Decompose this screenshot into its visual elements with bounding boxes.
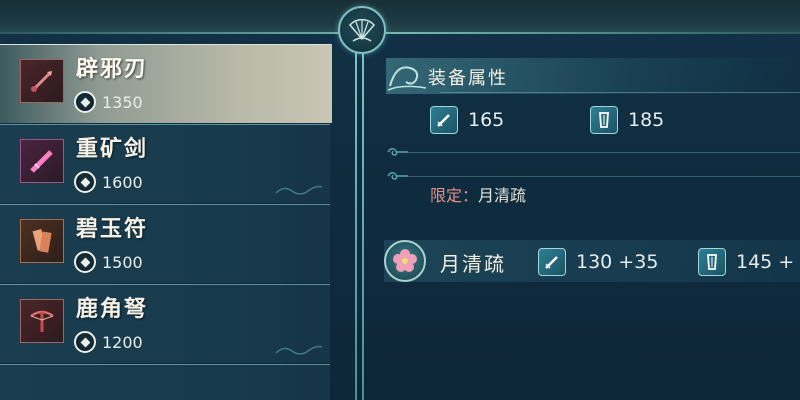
coin-icon (74, 331, 96, 353)
robe-icon (698, 248, 726, 276)
top-decoration (0, 0, 800, 34)
sword-icon (538, 248, 566, 276)
wave-ornament-icon (275, 185, 323, 195)
price-value: 1200 (102, 332, 143, 352)
weapon-price: 1500 (74, 251, 143, 273)
weapon-price: 1200 (74, 331, 143, 353)
sword-icon (430, 106, 458, 134)
character-attack-value: 130 +35 (576, 251, 659, 273)
character-name: 月清疏 (440, 252, 506, 276)
wave-ornament-icon (387, 66, 427, 91)
flower-icon (384, 240, 426, 282)
limit-value: 月清疏 (478, 186, 527, 205)
swirl-ornament-icon (387, 148, 408, 156)
equipment-screen: 辟邪刃 1350 重矿剑 1600 碧玉符 1500 鹿角弩 1200 装备属性… (0, 0, 800, 400)
weapon-item-2[interactable]: 重矿剑 1600 (0, 124, 330, 203)
weapon-item-4[interactable]: 鹿角弩 1200 (0, 284, 330, 363)
attack-value: 165 (468, 109, 505, 131)
fan-emblem-icon (338, 6, 386, 54)
limit-label: 限定： (430, 186, 479, 205)
weapon-name: 鹿角弩 (76, 296, 149, 322)
weapon-item-3[interactable]: 碧玉符 1500 (0, 204, 330, 283)
coin-icon (74, 91, 96, 113)
character-defense-stat: 145 + (698, 248, 794, 276)
price-value: 1500 (102, 252, 143, 272)
character-defense-value: 145 + (736, 251, 795, 273)
wave-ornament-icon (275, 345, 323, 355)
weapon-name: 碧玉符 (76, 216, 149, 242)
attributes-title: 装备属性 (428, 68, 508, 89)
defense-value: 185 (628, 109, 665, 131)
header-underline (440, 92, 800, 93)
weapon-item-partial (0, 364, 330, 400)
limit-text: 限定：月清疏 (430, 182, 526, 206)
panel-divider (355, 46, 365, 400)
attributes-header: 装备属性 (386, 58, 800, 94)
sword-icon (20, 139, 64, 183)
weapon-name: 重矿剑 (76, 136, 149, 162)
robe-icon (590, 106, 618, 134)
talisman-icon (20, 219, 64, 263)
attack-stat: 165 (430, 106, 504, 134)
price-value: 1600 (102, 172, 143, 192)
swirl-ornament-icon (387, 172, 408, 180)
coin-icon (74, 251, 96, 273)
weapon-item-1[interactable]: 辟邪刃 1350 (0, 44, 332, 123)
price-value: 1350 (102, 92, 143, 112)
character-attack-stat: 130 +35 (538, 248, 658, 276)
blade-icon (20, 59, 64, 103)
crossbow-icon (20, 299, 64, 343)
coin-icon (74, 171, 96, 193)
separator-line (408, 152, 800, 153)
weapon-name: 辟邪刃 (76, 56, 149, 82)
separator-line (408, 176, 800, 177)
defense-stat: 185 (590, 106, 664, 134)
weapon-list: 辟邪刃 1350 重矿剑 1600 碧玉符 1500 鹿角弩 1200 (0, 44, 332, 400)
weapon-price: 1600 (74, 171, 143, 193)
weapon-price: 1350 (74, 91, 143, 113)
